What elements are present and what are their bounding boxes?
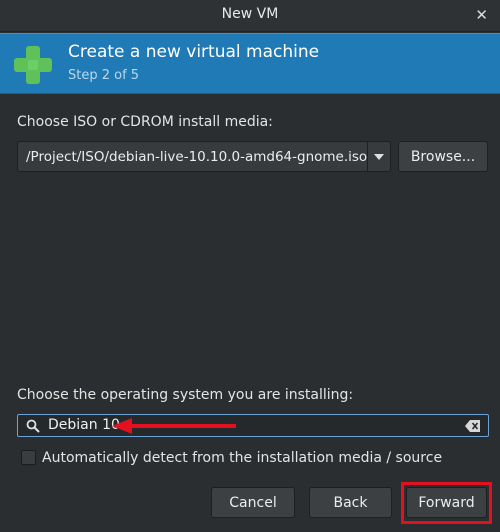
dropdown-arrow-icon[interactable] [367, 142, 390, 171]
wizard-heading: Create a new virtual machine [68, 42, 320, 62]
window-title: New VM [221, 6, 279, 22]
iso-path-combobox[interactable]: /Project/ISO/debian-live-10.10.0-amd64-g… [17, 141, 391, 172]
os-search-value[interactable]: Debian 10 [48, 417, 120, 433]
wizard-banner: Create a new virtual machine Step 2 of 5 [0, 33, 500, 94]
browse-button[interactable]: Browse... [398, 141, 488, 172]
close-icon[interactable]: ✕ [475, 5, 488, 25]
red-arrow-annotation [112, 418, 236, 434]
clear-icon[interactable] [465, 419, 481, 433]
search-icon [26, 419, 40, 433]
os-search-input[interactable]: Debian 10 [17, 414, 489, 437]
auto-detect-checkbox[interactable] [21, 450, 36, 465]
iso-path-value[interactable]: /Project/ISO/debian-live-10.10.0-amd64-g… [18, 149, 367, 165]
auto-detect-label: Automatically detect from the installati… [42, 450, 443, 466]
title-bar: New VM ✕ [0, 0, 500, 32]
os-label: Choose the operating system you are inst… [17, 387, 354, 403]
wizard-step: Step 2 of 5 [68, 68, 140, 83]
back-button[interactable]: Back [309, 487, 392, 518]
cancel-button[interactable]: Cancel [211, 487, 295, 518]
install-media-label: Choose ISO or CDROM install media: [17, 114, 273, 130]
forward-highlight-annotation [401, 482, 492, 524]
green-plus-icon [14, 46, 52, 84]
